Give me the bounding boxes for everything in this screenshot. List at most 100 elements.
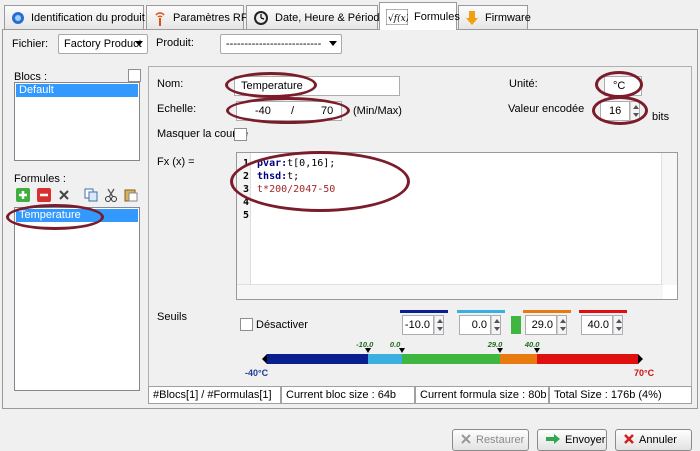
copy-button[interactable] <box>82 187 100 205</box>
scale-max-label: 70°C <box>634 368 655 378</box>
threshold-input[interactable]: 0.0 <box>459 315 491 335</box>
list-item[interactable]: Default <box>16 84 138 97</box>
threshold-spinner[interactable] <box>434 315 444 335</box>
echelle-max[interactable]: 70 <box>321 105 333 117</box>
threshold-input[interactable]: 29.0 <box>525 315 557 335</box>
bits-unit: bits <box>652 111 670 123</box>
echelle-label: Echelle: <box>157 103 197 115</box>
horizontal-scrollbar[interactable] <box>237 284 663 299</box>
list-item[interactable]: Temperature <box>16 209 138 222</box>
add-formula-button[interactable] <box>14 187 32 205</box>
fx-label: Fx (x) = <box>157 156 195 168</box>
valeur-encodee-spinner[interactable] <box>630 101 640 121</box>
threshold-color-swatch <box>457 310 505 313</box>
fichier-value: Factory Product <box>64 38 142 50</box>
code-line: 3 t*200/2047-50 <box>237 183 335 196</box>
tab-formules[interactable]: √f(x) Formules <box>379 2 460 30</box>
copy-icon <box>84 188 98 205</box>
paste-button[interactable] <box>122 187 140 205</box>
echelle-suffix: (Min/Max) <box>353 105 402 117</box>
tab-label: Paramètres RF <box>173 11 248 24</box>
restaurer-label: Restaurer <box>476 434 525 446</box>
tab-label: Date, Heure & Périodes <box>275 11 392 24</box>
code-text: t*200/2047-50 <box>257 184 336 195</box>
threshold-value: -10.0 <box>404 319 430 331</box>
tab-identification[interactable]: Identification du produit <box>4 5 145 29</box>
threshold-value: 40.0 <box>587 319 609 331</box>
tab-date-heure[interactable]: Date, Heure & Périodes <box>246 5 391 29</box>
threshold-tick-label: -10.0 <box>356 340 374 349</box>
threshold-color-swatch <box>400 310 448 313</box>
produit-select[interactable]: -------------------------- <box>220 34 342 54</box>
valeur-encodee-input[interactable]: 16 <box>600 101 630 121</box>
annuler-label: Annuler <box>639 434 677 446</box>
remove-formula-button[interactable] <box>35 187 53 205</box>
close-icon <box>58 189 70 204</box>
nom-label: Nom: <box>157 78 184 90</box>
code-line: 2 thsd:t; <box>237 170 335 183</box>
blocs-list: Default <box>14 82 140 161</box>
download-arrow-icon <box>465 10 479 26</box>
echelle-min[interactable]: -40 <box>255 105 291 117</box>
threshold-spinner[interactable] <box>491 315 501 335</box>
fichier-select[interactable]: Factory Product <box>58 34 148 54</box>
nom-value: Temperature <box>241 80 303 92</box>
valeur-encodee-value: 16 <box>609 105 622 117</box>
threshold-input[interactable]: 40.0 <box>581 315 613 335</box>
annuler-button[interactable]: Annuler <box>615 429 692 451</box>
vertical-scrollbar[interactable] <box>661 153 677 285</box>
close-icon <box>461 433 471 447</box>
scale-end-arrow-left <box>262 354 267 364</box>
status-bloc-size: Current bloc size : 64b <box>281 386 415 404</box>
nom-input[interactable]: Temperature <box>234 76 400 96</box>
scale-segment <box>267 354 369 364</box>
envoyer-label: Envoyer <box>565 434 606 446</box>
arrow-right-icon <box>546 433 560 447</box>
threshold-tick-label: 29.0 <box>487 340 503 349</box>
rf-antenna-icon <box>153 10 167 26</box>
paste-icon <box>124 188 138 205</box>
threshold-spinner[interactable] <box>613 315 623 335</box>
threshold-value: 0.0 <box>471 319 487 331</box>
blocs-checkbox[interactable] <box>128 69 141 82</box>
desactiver-checkbox[interactable] <box>240 318 253 331</box>
threshold-input[interactable]: -10.0 <box>402 315 434 335</box>
threshold-spinner[interactable] <box>557 315 567 335</box>
line-number: 3 <box>242 184 249 195</box>
tab-parametres-rf[interactable]: Paramètres RF <box>146 5 248 29</box>
formula-icon: √f(x) <box>386 8 408 25</box>
chevron-down-icon <box>135 41 143 46</box>
svg-text:√f(x): √f(x) <box>388 13 408 24</box>
unite-value: °C <box>613 80 626 92</box>
unite-label: Unité: <box>509 78 538 90</box>
line-number: 4 <box>242 197 249 208</box>
clock-icon <box>253 10 269 26</box>
code-editor[interactable]: 1 pvar:t[0,16]; 2 thsd:t; 3 t*200/2047-50 4… <box>236 152 678 300</box>
code-text: t; <box>287 171 300 182</box>
scale-segment <box>499 354 537 364</box>
threshold-color-swatch <box>579 310 627 313</box>
code-line: 4 <box>237 196 335 209</box>
scale-segment <box>368 354 402 364</box>
cut-button[interactable] <box>102 187 120 205</box>
code-lines: 1 pvar:t[0,16]; 2 thsd:t; 3 t*200/2047-50 4… <box>237 157 335 222</box>
close-icon <box>624 433 634 447</box>
line-number: 5 <box>242 210 249 221</box>
threshold-color-swatch <box>523 310 571 313</box>
scale-min-label: -40°C <box>245 368 269 378</box>
unite-input[interactable]: °C <box>604 76 642 96</box>
ident-icon <box>11 10 25 26</box>
delete-formula-button[interactable] <box>55 187 73 205</box>
code-keyword: pvar: <box>257 158 288 169</box>
tab-label: Formules <box>414 10 460 23</box>
line-number: 1 <box>242 158 249 169</box>
minus-icon <box>37 187 51 205</box>
produit-value: -------------------------- <box>226 38 322 50</box>
scissors-icon <box>104 188 118 205</box>
envoyer-button[interactable]: Envoyer <box>537 429 607 451</box>
threshold-tick-label: 40.0 <box>524 340 540 349</box>
status-formula-size: Current formula size : 80b <box>415 386 549 404</box>
tab-firmware[interactable]: Firmware <box>458 5 531 29</box>
masquer-checkbox[interactable] <box>234 128 247 141</box>
restaurer-button[interactable]: Restaurer <box>452 429 529 451</box>
